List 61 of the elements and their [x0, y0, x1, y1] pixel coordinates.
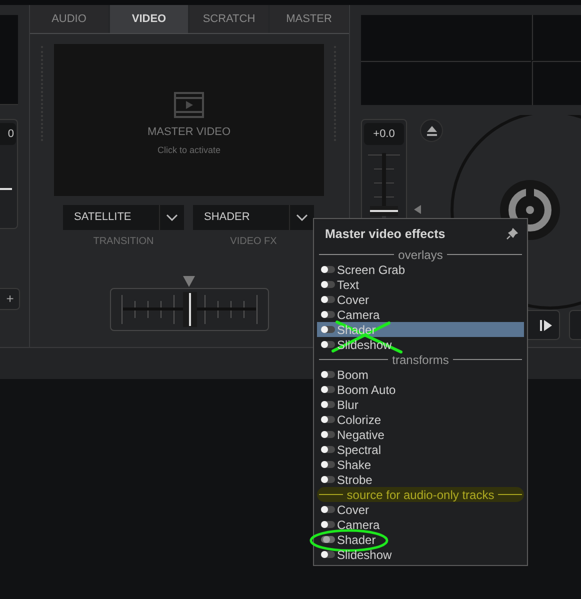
- slider-handle[interactable]: [0, 188, 12, 190]
- crossfader[interactable]: [110, 288, 269, 331]
- toggle-switch[interactable]: [321, 386, 335, 393]
- chevron-down-icon: [166, 214, 178, 221]
- chevron-down-icon: [296, 214, 308, 221]
- menu-item[interactable]: Cover: [317, 292, 524, 307]
- pitch-reading: 0: [0, 123, 16, 145]
- menu-item[interactable]: Boom Auto: [317, 382, 524, 397]
- toggle-switch[interactable]: [321, 371, 335, 378]
- menu-item[interactable]: Negative: [317, 427, 524, 442]
- slider-handle[interactable]: [370, 206, 398, 216]
- toggle-switch[interactable]: [321, 506, 335, 513]
- menu-item[interactable]: Shake: [317, 457, 524, 472]
- toggle-switch[interactable]: [321, 476, 335, 483]
- toggle-switch[interactable]: [321, 551, 335, 558]
- menu-item[interactable]: Slideshow: [317, 547, 524, 562]
- toggle-switch[interactable]: [321, 536, 335, 543]
- toggle-switch[interactable]: [321, 311, 335, 318]
- menu-item[interactable]: Strobe: [317, 472, 524, 487]
- pitch-reading: +0.0: [364, 123, 404, 145]
- menu-item[interactable]: Spectral: [317, 442, 524, 457]
- toggle-switch[interactable]: [321, 401, 335, 408]
- menu-item[interactable]: Blur: [317, 397, 524, 412]
- toggle-switch[interactable]: [321, 431, 335, 438]
- preview-subtitle: Click to activate: [157, 144, 221, 156]
- toggle-switch[interactable]: [321, 341, 335, 348]
- menu-item[interactable]: Text: [317, 277, 524, 292]
- section-header: overlays: [398, 246, 443, 264]
- menu-item[interactable]: Screen Grab: [317, 262, 524, 277]
- pin-icon[interactable]: [506, 228, 518, 240]
- dropdown-label: VIDEO FX: [230, 235, 277, 249]
- video-preview[interactable]: MASTER VIDEO Click to activate: [54, 44, 324, 196]
- dropdown-label: TRANSITION: [93, 235, 154, 249]
- menu-title: Master video effects: [325, 226, 446, 243]
- section-header: transforms: [392, 352, 449, 368]
- toggle-switch[interactable]: [321, 326, 335, 333]
- menu-item[interactable]: Shader: [317, 532, 524, 547]
- preview-title: MASTER VIDEO: [147, 125, 231, 140]
- eject-icon: [426, 126, 436, 136]
- dropdown[interactable]: SATELLITE: [63, 205, 184, 230]
- toggle-switch[interactable]: [321, 461, 335, 468]
- toggle-switch[interactable]: [321, 296, 335, 303]
- toggle-switch[interactable]: [321, 281, 335, 288]
- eject-button[interactable]: [420, 119, 443, 142]
- pointer-left-icon: [414, 205, 421, 214]
- add-button[interactable]: +: [0, 288, 20, 310]
- dropdown[interactable]: SHADER: [193, 205, 314, 230]
- crossfader-pointer-icon: [183, 276, 195, 287]
- menu-item[interactable]: Camera: [317, 517, 524, 532]
- menu-item[interactable]: Boom: [317, 367, 524, 382]
- film-play-icon: [174, 92, 204, 118]
- menu-item[interactable]: Cover: [317, 502, 524, 517]
- menu-item[interactable]: Colorize: [317, 412, 524, 427]
- toggle-switch[interactable]: [321, 446, 335, 453]
- toggle-switch[interactable]: [321, 521, 335, 528]
- toggle-switch[interactable]: [321, 416, 335, 423]
- tab[interactable]: VIDEO: [110, 5, 188, 33]
- play-icon: [540, 320, 552, 330]
- menu-item[interactable]: Camera: [317, 307, 524, 322]
- section-header: source for audio-only tracks: [346, 486, 494, 504]
- toggle-switch[interactable]: [321, 266, 335, 273]
